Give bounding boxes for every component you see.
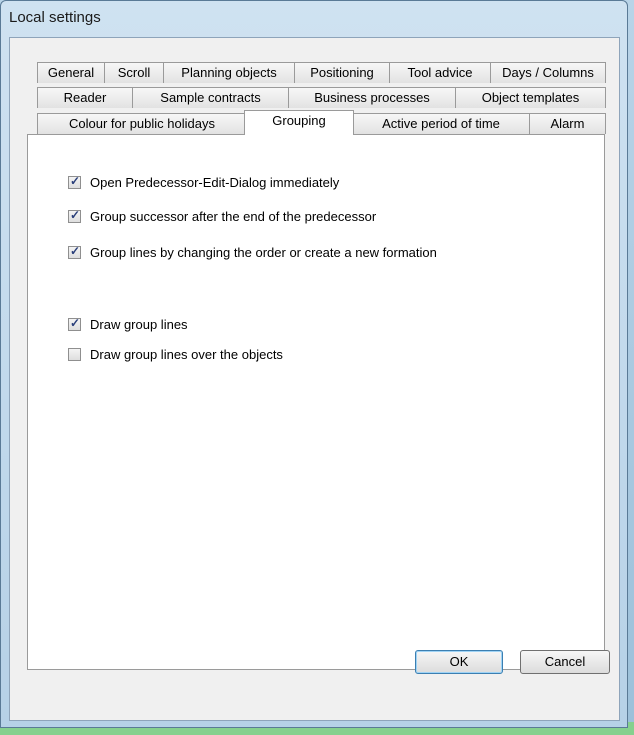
checkbox[interactable] xyxy=(68,244,81,259)
tab-active-period[interactable]: Active period of time xyxy=(352,113,530,134)
tab-planning-objects[interactable]: Planning objects xyxy=(163,62,295,83)
tab-panel-grouping: Open Predecessor-Edit-Dialog immediately… xyxy=(27,134,605,670)
tab-days-columns[interactable]: Days / Columns xyxy=(490,62,606,83)
checkbox[interactable] xyxy=(68,208,81,223)
dialog-title: Local settings xyxy=(9,9,101,26)
cancel-button[interactable]: Cancel xyxy=(520,650,610,674)
tab-reader[interactable]: Reader xyxy=(37,87,133,108)
ok-button[interactable]: OK xyxy=(415,650,503,674)
option-draw-over-objects[interactable]: Draw group lines over the objects xyxy=(68,347,283,362)
option-group-lines-order[interactable]: Group lines by changing the order or cre… xyxy=(68,244,437,260)
option-label: Open Predecessor-Edit-Dialog immediately xyxy=(90,175,340,190)
checkbox[interactable] xyxy=(68,174,81,189)
tab-positioning[interactable]: Positioning xyxy=(294,62,390,83)
option-label: Group successor after the end of the pre… xyxy=(90,209,377,224)
tab-object-templates[interactable]: Object templates xyxy=(455,87,606,108)
tab-sample-contracts[interactable]: Sample contracts xyxy=(132,87,289,108)
tab-alarm[interactable]: Alarm xyxy=(529,113,606,134)
tab-colour-public-holidays[interactable]: Colour for public holidays xyxy=(37,113,247,134)
option-label: Draw group lines over the objects xyxy=(90,347,283,362)
option-label: Draw group lines xyxy=(90,317,188,332)
tab-scroll[interactable]: Scroll xyxy=(104,62,164,83)
tab-business-processes[interactable]: Business processes xyxy=(288,87,456,108)
tab-general[interactable]: General xyxy=(37,62,105,83)
option-draw-group-lines[interactable]: Draw group lines xyxy=(68,316,188,332)
option-group-successor[interactable]: Group successor after the end of the pre… xyxy=(68,208,377,224)
checkbox[interactable] xyxy=(68,348,81,361)
checkbox[interactable] xyxy=(68,316,81,331)
option-label: Group lines by changing the order or cre… xyxy=(90,245,437,260)
tab-grouping[interactable]: Grouping xyxy=(244,110,354,135)
tab-tool-advice[interactable]: Tool advice xyxy=(389,62,491,83)
option-open-predecessor[interactable]: Open Predecessor-Edit-Dialog immediately xyxy=(68,174,340,190)
